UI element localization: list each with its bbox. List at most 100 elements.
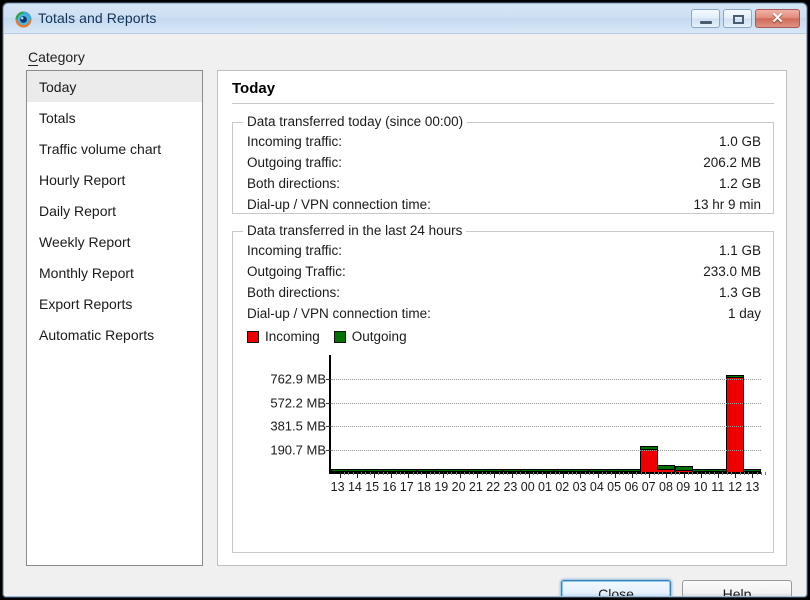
stat-row: Dial-up / VPN connection time:1 day xyxy=(247,303,761,324)
chart-x-label: 05 xyxy=(607,480,621,494)
chart-gridline xyxy=(331,426,761,427)
chart-x-tick-minor xyxy=(490,472,491,475)
chart-x-tick-minor xyxy=(396,472,397,475)
sidebar-item-traffic-volume-chart[interactable]: Traffic volume chart xyxy=(27,133,202,164)
chart-x-tick-minor xyxy=(688,472,689,475)
chart-bar xyxy=(726,375,744,472)
sidebar-item-label: Export Reports xyxy=(39,296,132,312)
stat-label: Both directions: xyxy=(247,176,340,191)
chart-gridline xyxy=(331,403,761,404)
maximize-button[interactable] xyxy=(723,9,752,28)
chart-x-tick xyxy=(408,472,409,478)
close-button[interactable]: Close xyxy=(561,580,671,597)
chart-x-tick-minor xyxy=(387,472,388,475)
stat-value: 233.0 MB xyxy=(703,264,761,279)
chart-x-tick xyxy=(580,472,581,478)
sidebar-item-automatic-reports[interactable]: Automatic Reports xyxy=(27,319,202,350)
chart-x-tick-minor xyxy=(361,472,362,475)
chart-x-tick xyxy=(391,472,392,478)
chart-x-tick-minor xyxy=(520,472,521,475)
sidebar-item-totals[interactable]: Totals xyxy=(27,102,202,133)
chart-x-label: 02 xyxy=(555,480,569,494)
stat-label: Dial-up / VPN connection time: xyxy=(247,306,431,321)
chart-x-tick-minor xyxy=(727,472,728,475)
chart-x-label: 03 xyxy=(573,480,587,494)
stat-row: Dial-up / VPN connection time:13 hr 9 mi… xyxy=(247,194,761,215)
chart-x-label: 19 xyxy=(434,480,448,494)
chart-x-label: 08 xyxy=(659,480,673,494)
chart-x-tick-minor xyxy=(744,472,745,475)
chart-x-tick xyxy=(752,472,753,478)
sidebar-item-daily-report[interactable]: Daily Report xyxy=(27,195,202,226)
chart-x-tick-minor xyxy=(761,472,762,475)
category-listbox[interactable]: TodayTotalsTraffic volume chartHourly Re… xyxy=(26,70,203,566)
chart-x-tick-minor xyxy=(662,472,663,475)
chart-x-tick-minor xyxy=(641,472,642,475)
stat-label: Outgoing Traffic: xyxy=(247,264,346,279)
chart-x-label: 12 xyxy=(728,480,742,494)
category-label-rest: ategory xyxy=(38,49,85,65)
chart-x-tick xyxy=(357,472,358,478)
chart-y-label: 190.7 MB xyxy=(270,443,326,458)
chart-y-label: 381.5 MB xyxy=(270,419,326,434)
help-button[interactable]: Help xyxy=(682,580,792,597)
chart-x-label: 14 xyxy=(348,480,362,494)
chart-x-tick-minor xyxy=(486,472,487,475)
chart-x-tick xyxy=(443,472,444,478)
sidebar-item-export-reports[interactable]: Export Reports xyxy=(27,288,202,319)
stat-value: 1.3 GB xyxy=(719,285,761,300)
chart-x-tick-minor xyxy=(542,472,543,475)
sidebar-item-hourly-report[interactable]: Hourly Report xyxy=(27,164,202,195)
chart-x-tick-minor xyxy=(572,472,573,475)
chart-bars xyxy=(331,355,761,472)
chart-x-tick xyxy=(563,472,564,478)
chart-x-tick-minor xyxy=(469,472,470,475)
chart-x-label: 13 xyxy=(331,480,345,494)
chart-x-label: 01 xyxy=(538,480,552,494)
chart-x-tick-minor xyxy=(611,472,612,475)
stat-row: Outgoing Traffic: 233.0 MB xyxy=(247,261,761,282)
chart-x-tick-minor xyxy=(628,472,629,475)
chart-x-tick-minor xyxy=(533,472,534,475)
chart-x-tick-minor xyxy=(748,472,749,475)
stat-label: Dial-up / VPN connection time: xyxy=(247,197,431,212)
chart-x-label: 16 xyxy=(383,480,397,494)
title-bar[interactable]: Totals and Reports ✕ xyxy=(4,4,806,34)
chart-x-tick-minor xyxy=(645,472,646,475)
chart-x-tick-minor xyxy=(765,472,766,475)
chart-x-label: 00 xyxy=(521,480,535,494)
close-window-button[interactable]: ✕ xyxy=(755,9,800,28)
stat-value: 206.2 MB xyxy=(703,155,761,170)
chart-x-tick xyxy=(718,472,719,478)
chart-x-tick xyxy=(666,472,667,478)
sidebar-item-weekly-report[interactable]: Weekly Report xyxy=(27,226,202,257)
chart-x-tick-minor xyxy=(365,472,366,475)
chart-x-tick-minor xyxy=(671,472,672,475)
chart-x-tick-minor xyxy=(482,472,483,475)
details-panel: Today Data transferred today (since 00:0… xyxy=(217,70,787,566)
chart-y-label: 572.2 MB xyxy=(270,395,326,410)
stat-row: Incoming traffic:1.1 GB xyxy=(247,240,761,261)
chart-x-tick-minor xyxy=(417,472,418,475)
chart-x-tick-minor xyxy=(714,472,715,475)
category-label: Category xyxy=(28,49,85,65)
chart-x-tick-minor xyxy=(589,472,590,475)
sidebar-item-monthly-report[interactable]: Monthly Report xyxy=(27,257,202,288)
page-title: Today xyxy=(232,80,275,97)
group-24h-title: Data transferred in the last 24 hours xyxy=(243,223,466,238)
chart-x-tick xyxy=(529,472,530,478)
chart-x-tick-minor xyxy=(697,472,698,475)
chart-x-tick-minor xyxy=(606,472,607,475)
chart-x-tick-minor xyxy=(705,472,706,475)
minimize-button[interactable] xyxy=(691,9,720,28)
chart-x-tick-minor xyxy=(473,472,474,475)
group-today: Data transferred today (since 00:00) Inc… xyxy=(232,122,774,214)
chart-plot-area: 190.7 MB381.5 MB572.2 MB762.9 MB xyxy=(329,355,761,474)
legend-label-outgoing: Outgoing xyxy=(352,329,407,344)
chart-x-tick-minor xyxy=(451,472,452,475)
window-controls: ✕ xyxy=(691,9,800,28)
chart-x-tick xyxy=(649,472,650,478)
minimize-icon xyxy=(700,21,712,24)
chart-x-tick xyxy=(701,472,702,478)
sidebar-item-today[interactable]: Today xyxy=(27,71,202,102)
